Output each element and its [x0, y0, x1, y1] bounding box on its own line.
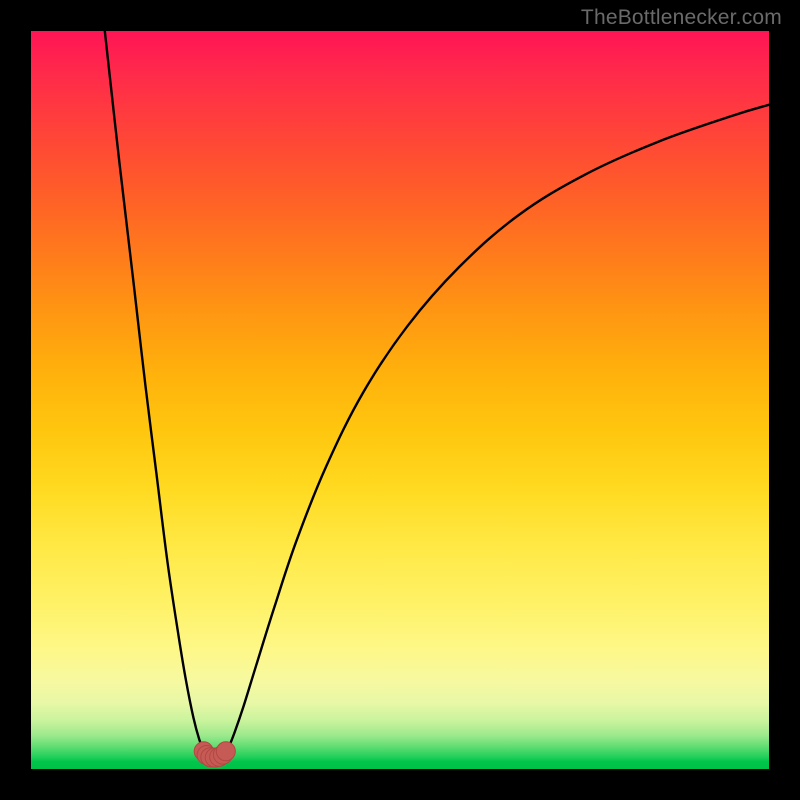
chart-frame: TheBottlenecker.com: [0, 0, 800, 800]
minimum-marker: [194, 742, 235, 767]
minimum-marker-point: [216, 742, 235, 761]
watermark-text: TheBottlenecker.com: [581, 6, 782, 30]
curve-layer: [31, 31, 769, 769]
curve-left-branch: [105, 31, 207, 754]
plot-area: [31, 31, 769, 769]
curve-right-branch: [224, 105, 769, 754]
